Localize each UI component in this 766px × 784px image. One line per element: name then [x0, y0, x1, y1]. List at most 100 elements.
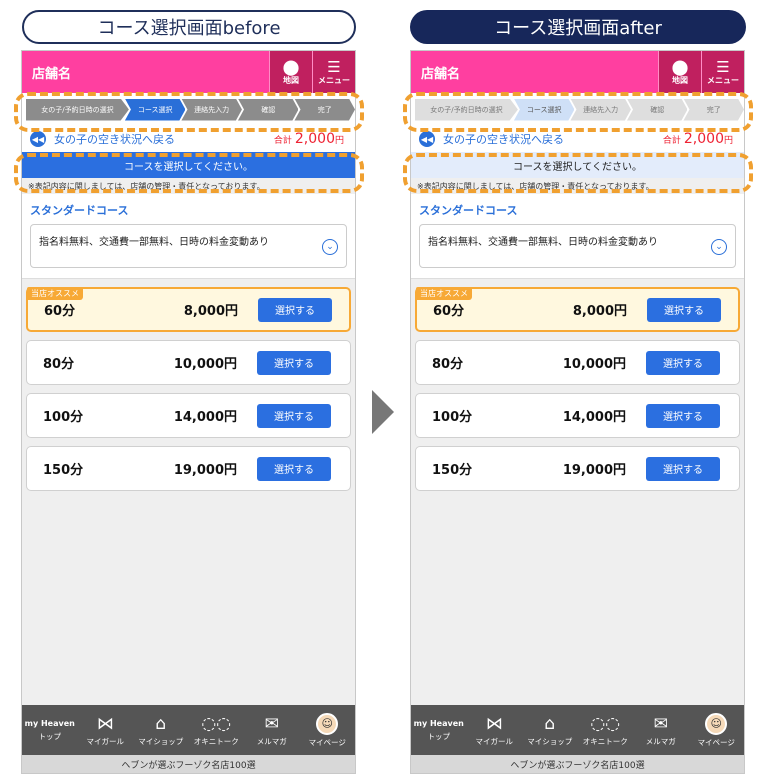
tab-label: メルマガ — [256, 736, 287, 746]
before-title: コース選択画面before — [22, 10, 356, 44]
option-price: 19,000円 — [173, 463, 237, 478]
tab-my-page[interactable]: ☺ マイページ — [689, 705, 745, 755]
tab-label: マイガール — [475, 736, 514, 746]
tab-my-girl[interactable]: ⋈ マイガール — [467, 705, 523, 755]
tab-label: マイショップ — [527, 736, 573, 746]
course-options: 当店オススメ 60分 8,000円 選択する 80分 10,000円 選択する … — [22, 279, 355, 491]
chat-bubbles-icon: ◌◌ — [201, 713, 232, 734]
tab-my-shop[interactable]: ⌂ マイショップ — [522, 705, 578, 755]
chevron-down-icon[interactable]: ⌄ — [711, 239, 727, 255]
avatar-icon: ☺ — [705, 712, 728, 735]
map-button[interactable]: ⬤ 地図 — [658, 51, 701, 93]
course-description-text: 指名料無料、交通費一部無料、日時の料金変動あり — [428, 237, 658, 248]
option-row: 80分 10,000円 選択する — [415, 340, 740, 385]
option-row: 100分 14,000円 選択する — [26, 393, 351, 438]
option-price: 10,000円 — [562, 357, 626, 372]
step-4: 確認 — [237, 98, 299, 121]
tab-mail-magazine[interactable]: ✉ メルマガ — [244, 705, 300, 755]
footer-banner[interactable]: ヘブンが選ぶフーゾク名店100選 — [22, 755, 355, 773]
mail-icon: ✉ — [653, 713, 668, 734]
step-3: 連絡先入力 — [181, 98, 242, 121]
map-label: 地図 — [283, 75, 299, 85]
select-button[interactable]: 選択する — [646, 456, 720, 481]
step-3: 連絡先入力 — [570, 98, 631, 121]
tab-top[interactable]: my Heaven トップ — [411, 705, 467, 755]
select-button[interactable]: 選択する — [647, 297, 721, 322]
shop-name: 店舗名 — [32, 66, 72, 82]
total-unit: 円 — [723, 135, 733, 146]
option-duration: 60分 — [433, 304, 465, 319]
select-button[interactable]: 選択する — [257, 456, 331, 481]
back-row: ◀◀ 女の子の空き状況へ戻る 合計 2,000 円 — [22, 126, 355, 152]
progress-steps: 女の子/予約日時の選択 コース選択 連絡先入力 確認 完了 — [411, 93, 744, 126]
step-2: コース選択 — [124, 98, 186, 121]
option-row: 80分 10,000円 選択する — [26, 340, 351, 385]
tab-my-page[interactable]: ☺ マイページ — [300, 705, 356, 755]
step-1: 女の子/予約日時の選択 — [26, 98, 129, 121]
course-title: スタンダードコース — [419, 204, 518, 217]
tab-my-shop[interactable]: ⌂ マイショップ — [133, 705, 189, 755]
map-pin-icon: ⬤ — [671, 57, 689, 76]
tab-okini-talk[interactable]: ◌◌ オキニトーク — [189, 705, 245, 755]
notice-text: ※表記内容に関しましては、店舗の管理・責任となっております。 — [28, 182, 265, 191]
step-4: 確認 — [626, 98, 688, 121]
recommend-badge: 当店オススメ — [416, 287, 472, 300]
tab-okini-talk[interactable]: ◌◌ オキニトーク — [578, 705, 634, 755]
phone-after: 店舗名 ⬤ 地図 ☰ メニュー 女の子/予約日時の選択 コース選択 連絡先入力 … — [410, 50, 745, 774]
select-button[interactable]: 選択する — [257, 403, 331, 428]
option-duration: 100分 — [43, 410, 84, 425]
tab-label: トップ — [38, 731, 62, 741]
total-value: 2,000 — [294, 131, 335, 147]
back-icon[interactable]: ◀◀ — [419, 131, 435, 147]
instruction-bar: コースを選択してください。 — [411, 152, 744, 178]
menu-button[interactable]: ☰ メニュー — [312, 51, 355, 93]
tab-my-girl[interactable]: ⋈ マイガール — [78, 705, 134, 755]
course-description[interactable]: 指名料無料、交通費一部無料、日時の料金変動あり ⌄ — [419, 224, 736, 268]
course-title: スタンダードコース — [30, 204, 129, 217]
option-row: 150分 19,000円 選択する — [26, 446, 351, 491]
select-button[interactable]: 選択する — [257, 350, 331, 375]
footer-banner[interactable]: ヘブンが選ぶフーゾク名店100選 — [411, 755, 744, 773]
hamburger-icon: ☰ — [327, 57, 341, 76]
step-2: コース選択 — [513, 98, 575, 121]
course-box: スタンダードコース 指名料無料、交通費一部無料、日時の料金変動あり ⌄ — [411, 194, 744, 279]
header: 店舗名 ⬤ 地図 ☰ メニュー — [22, 51, 355, 93]
option-row: 当店オススメ 60分 8,000円 選択する — [26, 287, 351, 332]
tab-label: オキニトーク — [193, 736, 239, 746]
total-label: 合計 — [662, 135, 681, 146]
option-row: 当店オススメ 60分 8,000円 選択する — [415, 287, 740, 332]
tab-label: トップ — [427, 731, 451, 741]
ribbon-icon: ⋈ — [96, 713, 114, 734]
progress-steps: 女の子/予約日時の選択 コース選択 連絡先入力 確認 完了 — [22, 93, 355, 126]
ribbon-icon: ⋈ — [485, 713, 503, 734]
map-button[interactable]: ⬤ 地図 — [269, 51, 312, 93]
mail-icon: ✉ — [264, 713, 279, 734]
after-title: コース選択画面after — [410, 10, 746, 44]
back-link[interactable]: 女の子の空き状況へ戻る — [443, 131, 663, 147]
avatar-icon: ☺ — [316, 712, 339, 735]
select-button[interactable]: 選択する — [258, 297, 332, 322]
tab-mail-magazine[interactable]: ✉ メルマガ — [633, 705, 689, 755]
option-row: 150分 19,000円 選択する — [415, 446, 740, 491]
course-description[interactable]: 指名料無料、交通費一部無料、日時の料金変動あり ⌄ — [30, 224, 347, 268]
select-button[interactable]: 選択する — [646, 350, 720, 375]
phone-before: 店舗名 ⬤ 地図 ☰ メニュー 女の子/予約日時の選択 コース選択 連絡先入力 … — [21, 50, 356, 774]
tab-top[interactable]: my Heaven トップ — [22, 705, 78, 755]
option-row: 100分 14,000円 選択する — [415, 393, 740, 438]
option-price: 14,000円 — [173, 410, 237, 425]
chevron-down-icon[interactable]: ⌄ — [322, 239, 338, 255]
option-price: 14,000円 — [562, 410, 626, 425]
step-5: 完了 — [294, 98, 355, 121]
menu-button[interactable]: ☰ メニュー — [701, 51, 744, 93]
shop-name: 店舗名 — [421, 66, 461, 82]
tab-label: マイガール — [86, 736, 125, 746]
option-duration: 80分 — [432, 357, 464, 372]
tab-label: マイページ — [697, 737, 735, 747]
back-icon[interactable]: ◀◀ — [30, 131, 46, 147]
tab-bar: my Heaven トップ ⋈ マイガール ⌂ マイショップ ◌◌ オキニトーク… — [411, 705, 744, 755]
tab-label: マイショップ — [138, 736, 184, 746]
total-label: 合計 — [273, 135, 292, 146]
select-button[interactable]: 選択する — [646, 403, 720, 428]
back-link[interactable]: 女の子の空き状況へ戻る — [54, 131, 274, 147]
notice-text: ※表記内容に関しましては、店舗の管理・責任となっております。 — [417, 182, 654, 191]
